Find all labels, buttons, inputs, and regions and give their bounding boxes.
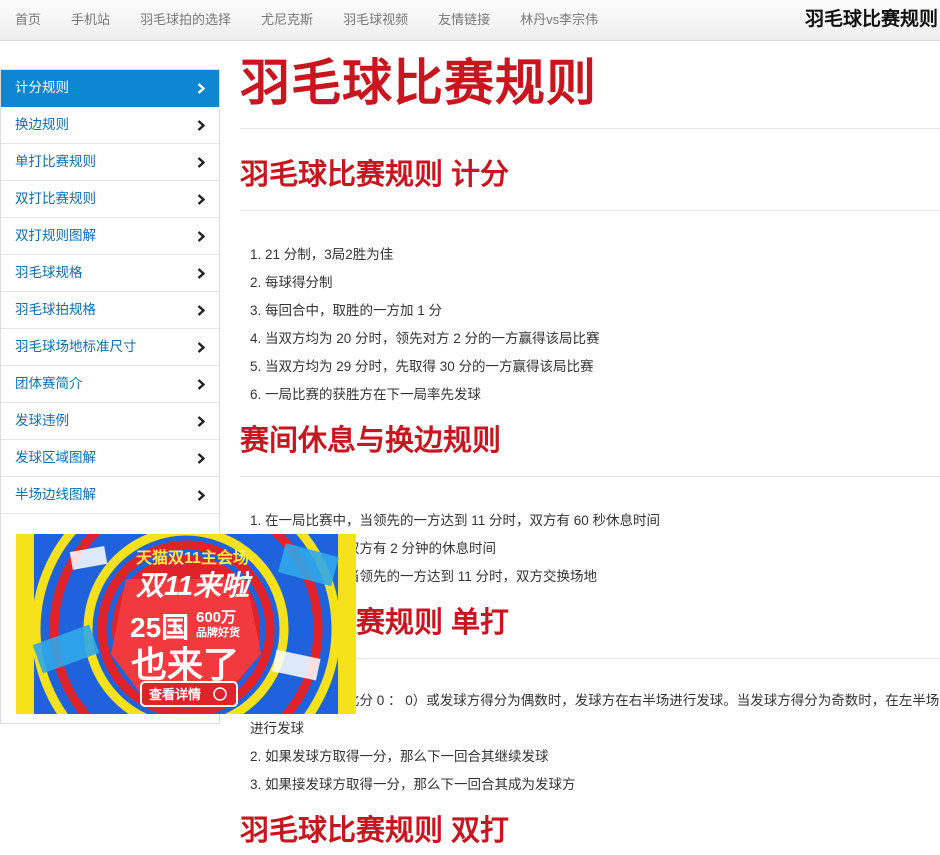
sidebar-item-racket-spec[interactable]: 羽毛球拍规格	[1, 292, 219, 329]
list-item: 6. 一局比赛的获胜方在下一局率先发球	[250, 387, 482, 402]
chevron-right-icon	[197, 366, 207, 402]
nav-link-lindan-vs-lcw[interactable]: 林丹vs李宗伟	[505, 0, 613, 40]
chevron-right-icon	[197, 440, 207, 476]
sidebar-item-label: 计分规则	[15, 80, 69, 95]
sidebar-item-label: 团体赛简介	[15, 376, 83, 391]
sidebar-item-service-area[interactable]: 发球区域图解	[1, 440, 219, 477]
chevron-right-icon	[197, 292, 207, 328]
list-item: 5. 当双方均为 29 分时，先取得 30 分的一方赢得该局比赛	[250, 359, 594, 374]
nav-link-yonex[interactable]: 尤尼克斯	[246, 0, 328, 40]
sidebar-item-doubles[interactable]: 双打比赛规则	[1, 181, 219, 218]
list-item: 1. 在一局比赛中，当领先的一方达到 11 分时，双方有 60 秒休息时间	[250, 513, 661, 528]
promo-line-2: 双11来啦	[136, 570, 250, 601]
nav-link-racket-choice[interactable]: 羽毛球拍的选择	[125, 0, 246, 40]
sidebar-item-label: 双打规则图解	[15, 228, 96, 243]
sidebar-item-label: 羽毛球场地标准尺寸	[15, 339, 137, 354]
sidebar-item-side-change[interactable]: 换边规则	[1, 107, 219, 144]
nav-link-videos[interactable]: 羽毛球视频	[328, 0, 423, 40]
list-item: 2. 如果发球方取得一分，那么下一回合其继续发球	[250, 749, 549, 764]
sidebar-item-label: 单打比赛规则	[15, 154, 96, 169]
nav-link-friend-links[interactable]: 友情链接	[423, 0, 505, 40]
sidebar-item-singles[interactable]: 单打比赛规则	[1, 144, 219, 181]
promo-details-button[interactable]: 查看详情	[149, 684, 201, 703]
chevron-right-icon	[197, 144, 207, 180]
site-brand[interactable]: 羽毛球比赛规则	[805, 0, 938, 40]
page-title: 羽毛球比赛规则	[240, 55, 597, 111]
list-item: 1. 21 分制，3局2胜为佳	[250, 247, 394, 262]
list-item: 3. 每回合中，取胜的一方加 1 分	[250, 303, 443, 318]
top-nav: 首页 手机站 羽毛球拍的选择 尤尼克斯 羽毛球视频 友情链接 林丹vs李宗伟 羽…	[0, 0, 940, 41]
promo-line-6: 也来了	[131, 644, 240, 685]
section-heading-rest-and-ends: 赛间休息与换边规则	[240, 425, 502, 457]
promo-banner[interactable]: 天猫双11主会场 双11来啦 25国 600万 品牌好货 也来了 查看详情	[16, 534, 356, 714]
chevron-right-icon	[197, 403, 207, 439]
divider	[240, 476, 940, 477]
section-heading-scoring: 羽毛球比赛规则 计分	[240, 159, 510, 191]
chevron-right-icon	[197, 70, 207, 106]
divider	[240, 128, 940, 129]
nav-links: 首页 手机站 羽毛球拍的选择 尤尼克斯 羽毛球视频 友情链接 林丹vs李宗伟	[0, 0, 613, 40]
chevron-right-icon	[197, 329, 207, 365]
chevron-right-icon	[197, 218, 207, 254]
sidebar-item-court-size[interactable]: 羽毛球场地标准尺寸	[1, 329, 219, 366]
sidebar-item-label: 羽毛球拍规格	[15, 302, 96, 317]
nav-link-home[interactable]: 首页	[0, 0, 56, 40]
list-item: 4. 当双方均为 20 分时，领先对方 2 分的一方赢得该局比赛	[250, 331, 600, 346]
list-item: 2. 每球得分制	[250, 275, 333, 290]
sidebar-item-scoring[interactable]: 计分规则	[1, 70, 219, 107]
sidebar-item-label: 换边规则	[15, 117, 69, 132]
sidebar-item-label: 发球违例	[15, 413, 69, 428]
sidebar-item-doubles-diagram[interactable]: 双打规则图解	[1, 218, 219, 255]
sidebar-item-sidelines[interactable]: 半场边线图解	[1, 477, 219, 514]
chevron-right-icon	[197, 181, 207, 217]
chevron-right-icon	[197, 107, 207, 143]
sidebar-item-team-event[interactable]: 团体赛简介	[1, 366, 219, 403]
main-content: 羽毛球比赛规则 羽毛球比赛规则 计分 1. 21 分制，3局2胜为佳 2. 每球…	[240, 50, 940, 851]
sidebar-item-label: 双打比赛规则	[15, 191, 96, 206]
section-heading-doubles: 羽毛球比赛规则 双打	[240, 815, 510, 847]
chevron-right-icon	[197, 255, 207, 291]
rules-list-scoring: 1. 21 分制，3局2胜为佳 2. 每球得分制 3. 每回合中，取胜的一方加 …	[240, 241, 940, 409]
sidebar-item-label: 发球区域图解	[15, 450, 96, 465]
sidebar-item-label: 半场边线图解	[15, 487, 96, 502]
sidebar-item-label: 羽毛球规格	[15, 265, 83, 280]
divider	[240, 210, 940, 211]
list-item: 3. 如果接发球方取得一分，那么下一回合其成为发球方	[250, 777, 576, 792]
sidebar-item-service-faults[interactable]: 发球违例	[1, 403, 219, 440]
sidebar-item-shuttle-spec[interactable]: 羽毛球规格	[1, 255, 219, 292]
nav-link-mobile[interactable]: 手机站	[56, 0, 125, 40]
chevron-right-icon	[197, 477, 207, 513]
